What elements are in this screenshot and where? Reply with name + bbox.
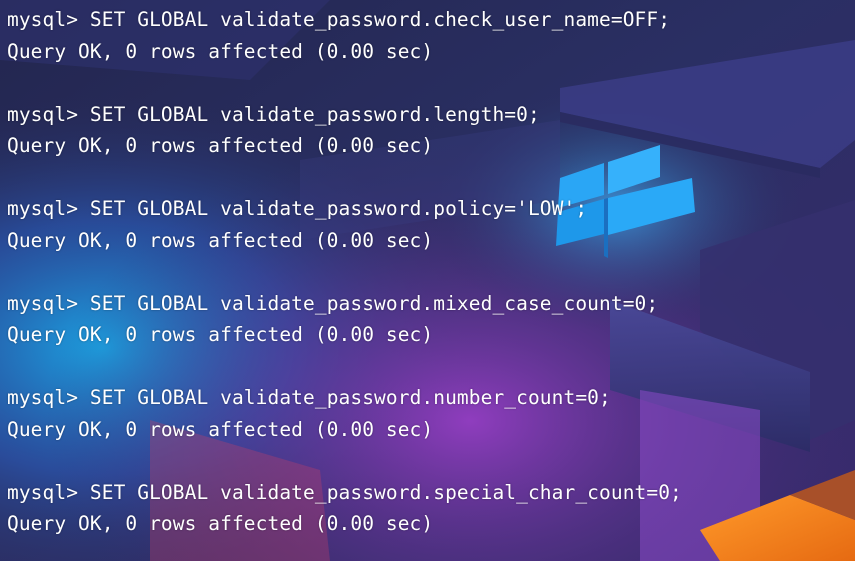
command-text: SET GLOBAL validate_password.number_coun… [89, 386, 611, 409]
prompt: mysql> [7, 197, 79, 220]
command-block: mysql> SET GLOBAL validate_password.mixe… [7, 288, 855, 383]
command-line: mysql> SET GLOBAL validate_password.spec… [7, 477, 855, 509]
prompt: mysql> [7, 291, 79, 315]
prompt: mysql> [7, 8, 79, 31]
command-text: SET GLOBAL validate_password.special_cha… [89, 480, 682, 504]
command-text: SET GLOBAL validate_password.length=0; [89, 102, 540, 126]
result-line: Query OK, 0 rows affected (0.00 sec) [7, 417, 434, 441]
command-block: mysql> SET GLOBAL validate_password.leng… [7, 99, 855, 194]
command-block: mysql> SET GLOBAL validate_password.poli… [7, 193, 855, 288]
prompt: mysql> [7, 480, 79, 504]
command-text: SET GLOBAL validate_password.check_user_… [89, 8, 671, 31]
command-text: SET GLOBAL validate_password.mixed_case_… [89, 291, 659, 315]
prompt: mysql> [7, 386, 79, 409]
command-line: mysql> SET GLOBAL validate_password.poli… [7, 193, 855, 225]
terminal-output[interactable]: mysql> SET GLOBAL validate_password.chec… [0, 0, 855, 561]
command-line: mysql> SET GLOBAL validate_password.leng… [7, 99, 855, 131]
result-line: Query OK, 0 rows affected (0.00 sec) [7, 512, 434, 535]
result-line: Query OK, 0 rows affected (0.00 sec) [7, 228, 434, 252]
result-line: Query OK, 0 rows affected (0.00 sec) [7, 134, 434, 157]
prompt: mysql> [7, 102, 79, 126]
command-block: mysql> SET GLOBAL validate_password.numb… [7, 382, 855, 477]
command-text: SET GLOBAL validate_password.policy='LOW… [89, 197, 588, 220]
command-line: mysql> SET GLOBAL validate_password.numb… [7, 382, 855, 414]
command-block: mysql> SET GLOBAL validate_password.spec… [7, 477, 855, 540]
result-line: Query OK, 0 rows affected (0.00 sec) [7, 323, 434, 346]
command-block: mysql> SET GLOBAL validate_password.chec… [7, 4, 855, 99]
command-line: mysql> SET GLOBAL validate_password.mixe… [7, 288, 855, 320]
result-line: Query OK, 0 rows affected (0.00 sec) [7, 39, 434, 63]
command-line: mysql> SET GLOBAL validate_password.chec… [7, 4, 855, 36]
